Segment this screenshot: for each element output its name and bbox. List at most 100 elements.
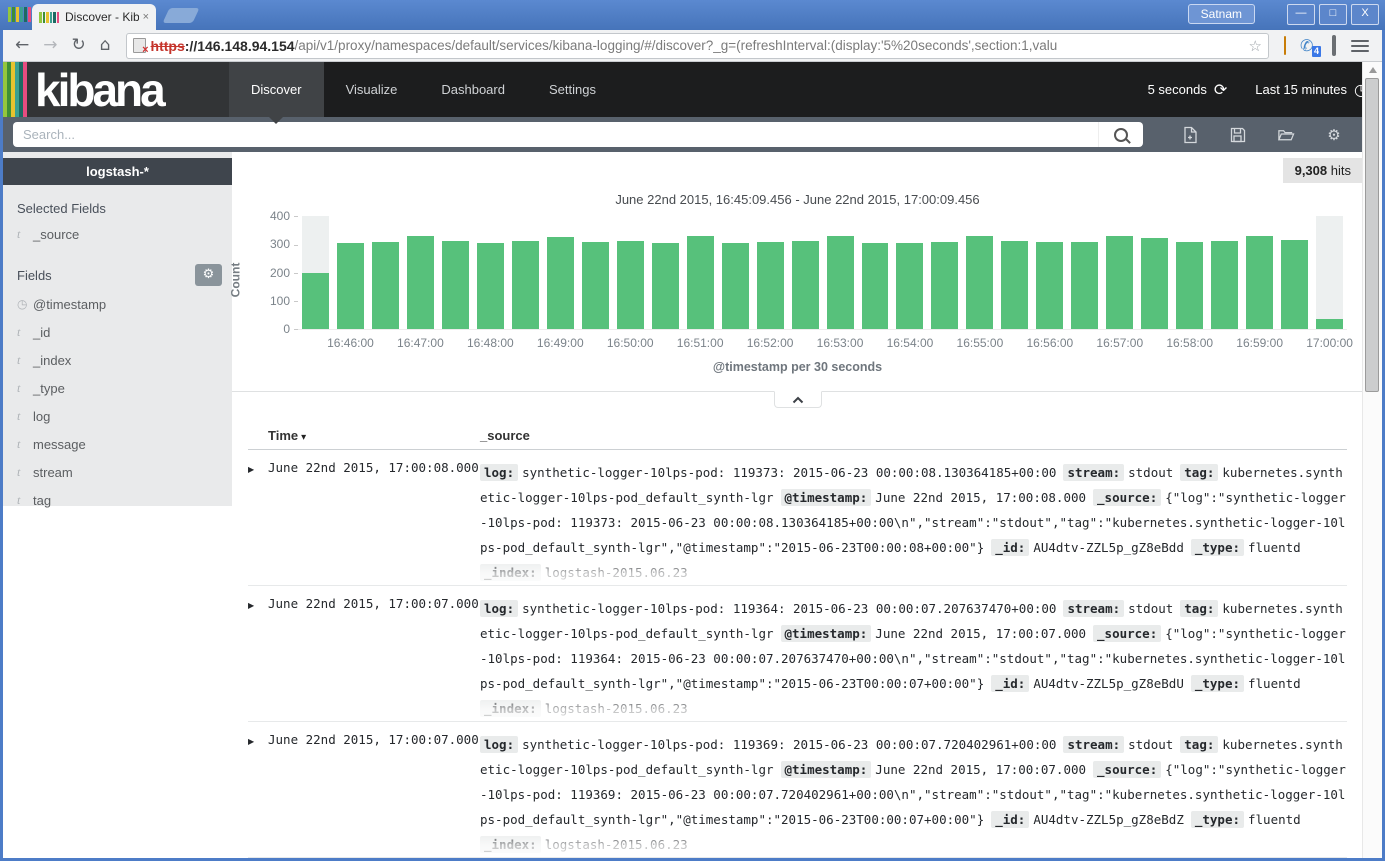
histogram-bar[interactable] — [1141, 216, 1168, 329]
histogram-bar[interactable] — [1211, 216, 1238, 329]
sidebar-field-_index[interactable]: t_index — [3, 346, 232, 374]
sidebar-field-@timestamp[interactable]: ◷@timestamp — [3, 290, 232, 318]
histogram-bar[interactable]: 16:53:00 — [827, 216, 854, 329]
fields-heading: Fields — [17, 268, 52, 283]
nav-item-discover[interactable]: Discover — [229, 62, 324, 117]
kibana-logo[interactable]: kibana — [3, 62, 229, 117]
histogram-bar[interactable]: 16:58:00 — [1176, 216, 1203, 329]
histogram-bar[interactable] — [1281, 216, 1308, 329]
search-actions: ⚙ — [1181, 126, 1343, 144]
page-scrollbar[interactable] — [1362, 62, 1382, 858]
url-scheme: https — [151, 38, 185, 54]
table-header: Time▾ _source — [248, 428, 1347, 450]
sidebar-field-tag[interactable]: ttag — [3, 486, 232, 514]
refresh-interval-picker[interactable]: 5 seconds ⟳ — [1148, 80, 1228, 99]
field-name: _index — [33, 353, 71, 368]
sidebar-field-stream[interactable]: tstream — [3, 458, 232, 486]
histogram-bar[interactable] — [1001, 216, 1028, 329]
open-search-button[interactable] — [1277, 126, 1295, 144]
tab-close-icon[interactable]: × — [143, 11, 149, 23]
histogram-bar[interactable] — [372, 216, 399, 329]
home-icon[interactable]: ⌂ — [100, 37, 111, 54]
histogram-bar[interactable] — [792, 216, 819, 329]
expand-row-icon[interactable]: ▶ — [248, 732, 268, 857]
back-icon[interactable]: ← — [15, 37, 29, 54]
sidebar-field-message[interactable]: tmessage — [3, 430, 232, 458]
histogram-bar[interactable]: 16:48:00 — [477, 216, 504, 329]
search-button[interactable] — [1098, 122, 1143, 147]
histogram-bar[interactable]: 16:49:00 — [547, 216, 574, 329]
minimize-button[interactable]: — — [1287, 4, 1315, 25]
histogram-bar[interactable]: 16:54:00 — [896, 216, 923, 329]
field-value-log: synthetic-logger-10lps-pod: 119369: 2015… — [522, 737, 1056, 752]
hits-count: 9,308 — [1295, 163, 1328, 178]
cast-icon[interactable] — [1332, 37, 1336, 55]
histogram-bar[interactable]: 16:51:00 — [687, 216, 714, 329]
field-badge-_id: _id: — [991, 811, 1029, 828]
histogram-bar[interactable] — [652, 216, 679, 329]
field-badge-_index: _index: — [480, 700, 541, 717]
new-search-button[interactable] — [1181, 126, 1199, 144]
sidebar-field-_source[interactable]: t_source — [3, 220, 232, 248]
extension-phone-icon[interactable]: ✆4 — [1300, 37, 1318, 55]
histogram-bar[interactable] — [931, 216, 958, 329]
forward-icon[interactable]: → — [43, 37, 57, 54]
histogram-bar[interactable]: 16:47:00 — [407, 216, 434, 329]
histogram-bar[interactable]: 17:00:00 — [1316, 216, 1343, 329]
histogram-bar[interactable]: 16:59:00 — [1246, 216, 1273, 329]
histogram-bar[interactable]: 16:56:00 — [1036, 216, 1063, 329]
expand-row-icon[interactable]: ▶ — [248, 460, 268, 585]
sidebar-field-_id[interactable]: t_id — [3, 318, 232, 346]
scrollbar-thumb[interactable] — [1365, 78, 1379, 392]
reload-icon[interactable]: ↻ — [72, 37, 86, 54]
histogram-bar[interactable] — [582, 216, 609, 329]
row-time: June 22nd 2015, 17:00:07.000 — [268, 596, 480, 721]
bar-fill — [1246, 236, 1273, 329]
maximize-button[interactable]: □ — [1319, 4, 1347, 25]
histogram-bar[interactable] — [722, 216, 749, 329]
sidebar-field-log[interactable]: tlog — [3, 402, 232, 430]
settings-gear-icon[interactable]: ⚙ — [1325, 126, 1343, 144]
insecure-page-icon[interactable]: × — [133, 38, 146, 53]
collapse-chart-button[interactable] — [774, 391, 822, 408]
x-tick-label: 16:58:00 — [1166, 336, 1213, 350]
field-badge-_index: _index: — [480, 564, 541, 581]
bookmark-star-icon[interactable]: ☆ — [1249, 37, 1262, 55]
histogram-bar[interactable]: 16:57:00 — [1106, 216, 1133, 329]
histogram-bar[interactable] — [1071, 216, 1098, 329]
tab-title: Discover - Kibana 4 — [65, 10, 139, 24]
expand-row-icon[interactable]: ▶ — [248, 596, 268, 721]
kibana-brand: kibana — [35, 65, 163, 115]
save-search-button[interactable] — [1229, 126, 1247, 144]
sidebar-field-_type[interactable]: t_type — [3, 374, 232, 402]
y-axis: 0100200300400 — [254, 216, 298, 329]
histogram-bar[interactable]: 16:52:00 — [757, 216, 784, 329]
window-controls: — □ X — [1287, 4, 1379, 25]
index-pattern[interactable]: logstash-* — [3, 158, 232, 185]
profile-button[interactable]: Satnam — [1188, 4, 1255, 24]
histogram-bar[interactable] — [302, 216, 329, 329]
histogram-bar[interactable]: 16:46:00 — [337, 216, 364, 329]
time-column-header[interactable]: Time▾ — [268, 428, 480, 443]
extension-icon-orange[interactable] — [1284, 37, 1286, 55]
close-button[interactable]: X — [1351, 4, 1379, 25]
histogram-bar[interactable] — [442, 216, 469, 329]
histogram-bar[interactable]: 16:50:00 — [617, 216, 644, 329]
browser-tab[interactable]: Discover - Kibana 4 × — [32, 4, 156, 30]
time-range-picker[interactable]: Last 15 minutes ◷ — [1255, 80, 1368, 99]
url-bar[interactable]: × https ://146.148.94.154 /api/v1/proxy/… — [126, 33, 1269, 59]
field-badge-tag: tag: — [1180, 464, 1218, 481]
histogram-bar[interactable]: 16:55:00 — [966, 216, 993, 329]
field-value-@timestamp: June 22nd 2015, 17:00:07.000 — [875, 762, 1086, 777]
nav-item-visualize[interactable]: Visualize — [324, 62, 420, 117]
histogram-bar[interactable] — [862, 216, 889, 329]
nav-item-dashboard[interactable]: Dashboard — [419, 62, 527, 117]
search-input[interactable] — [13, 127, 1098, 142]
browser-menu-icon[interactable] — [1351, 37, 1369, 55]
new-tab-button[interactable] — [163, 8, 200, 23]
scrollbar-up-icon[interactable] — [1369, 67, 1377, 73]
field-name: log — [33, 409, 50, 424]
histogram-bar[interactable] — [512, 216, 539, 329]
nav-item-settings[interactable]: Settings — [527, 62, 618, 117]
fields-settings-gear-icon[interactable]: ⚙ — [195, 264, 222, 286]
